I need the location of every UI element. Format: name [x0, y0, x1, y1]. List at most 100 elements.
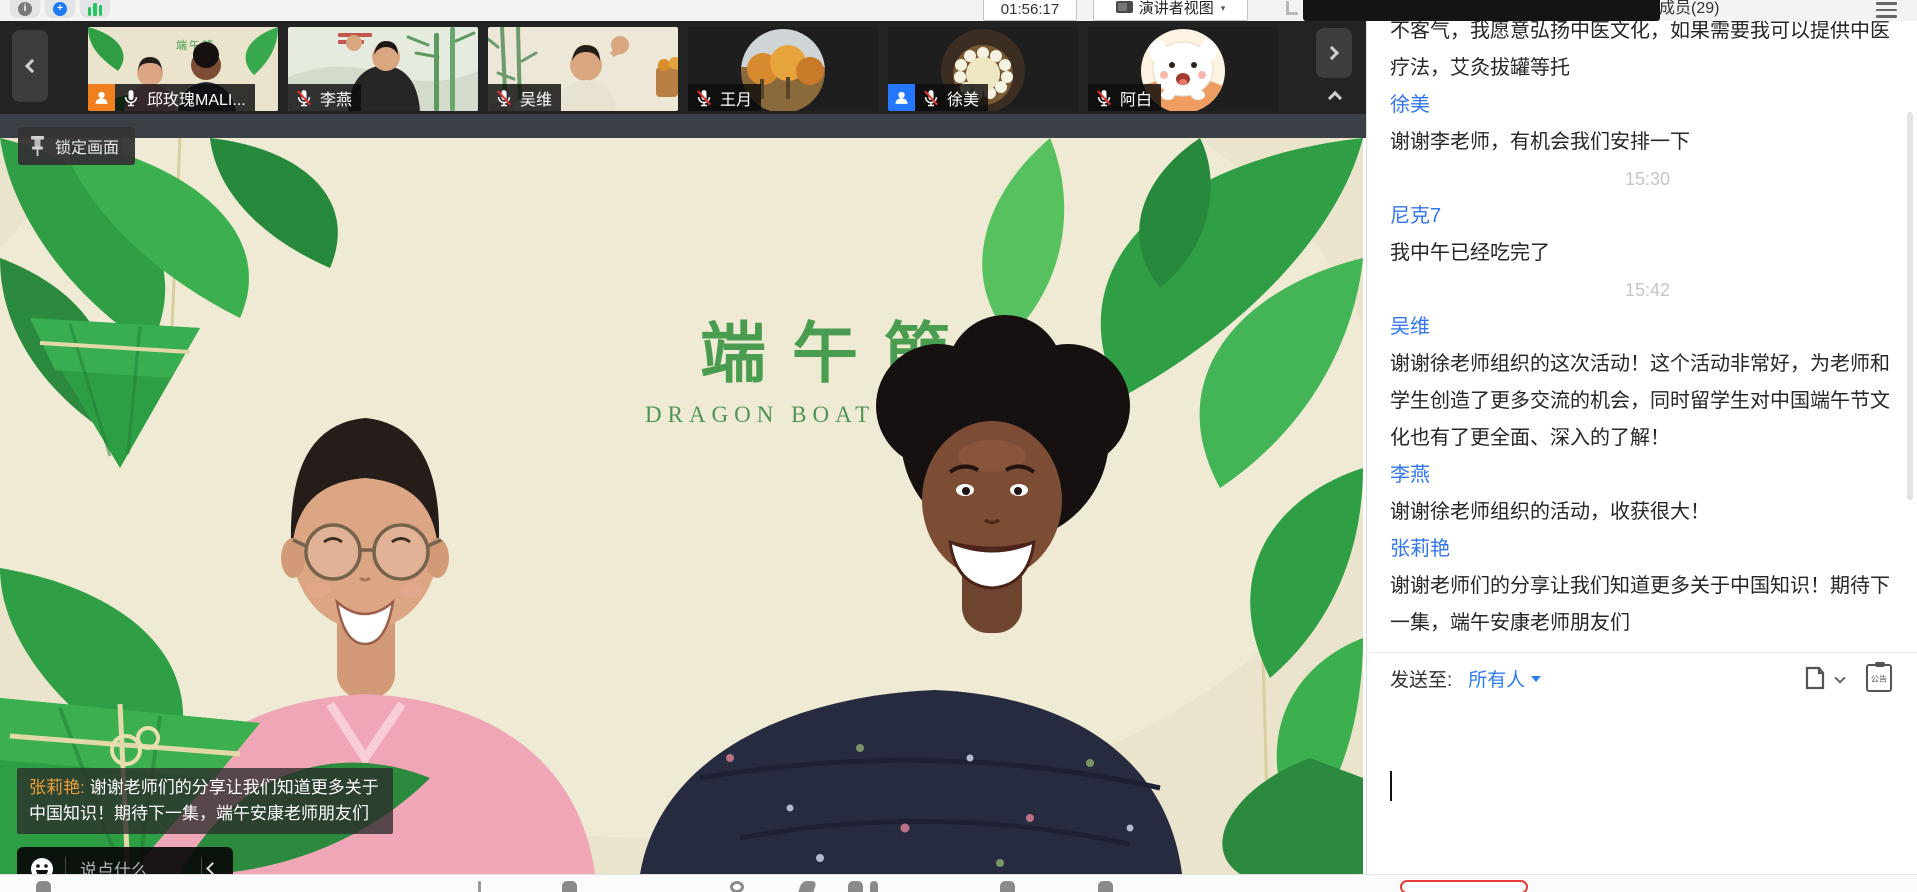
participant-tile[interactable]: 李燕 [288, 27, 478, 111]
participant-name-tag: 邱玫瑰MALI... [88, 84, 255, 111]
chat-sender-name[interactable]: 李燕 [1390, 457, 1905, 494]
chat-message: 徐美谢谢李老师，有机会我们安排一下 [1390, 87, 1905, 161]
screenshot-icon[interactable] [1800, 663, 1830, 693]
meeting-timer: 01:56:17 [983, 0, 1077, 21]
pin-icon [29, 136, 46, 156]
participant-tile[interactable]: 阿白 [1088, 27, 1278, 111]
chevron-left-icon [25, 59, 39, 73]
participant-name: 王月 [720, 86, 752, 110]
participant-tile[interactable]: 端午節 邱玫瑰MALI... [88, 27, 278, 111]
window-top-bar: i + 01:56:17 演讲者视图 ▾ 成员(29) [0, 0, 1917, 21]
chat-message-text: 不客气，我愿意弘扬中医文化，如果需要我可以提供中医疗法，艾灸拔罐等托 [1390, 13, 1905, 87]
avatar-badge-icon [888, 84, 915, 111]
participant-name: 徐美 [947, 86, 979, 110]
chat-timestamp: 15:30 [1390, 161, 1905, 198]
add-icon: + [53, 2, 67, 16]
message-input[interactable] [1367, 753, 1917, 892]
participant-name: 阿白 [1120, 86, 1152, 110]
filmstrip-next-button[interactable] [1316, 28, 1352, 78]
chat-sender-name[interactable]: 张莉艳 [1390, 531, 1905, 568]
video-chat-overlay: 张莉艳:谢谢老师们的分享让我们知道更多关于中国知识！期待下一集，端午安康老师朋友… [17, 768, 393, 834]
main-video: 端午節 DRAGON BOAT FEST [0, 138, 1363, 874]
participant-name-tag: 阿白 [1088, 84, 1161, 111]
chat-panel: 不客气，我愿意弘扬中医文化，如果需要我可以提供中医疗法，艾灸拔罐等托徐美谢谢李老… [1366, 0, 1917, 892]
participant-name: 吴维 [520, 86, 552, 110]
send-to-row: 发送至: 所有人 [1390, 665, 1541, 692]
participant-name-tag: 吴维 [488, 84, 561, 111]
chat-scrollbar[interactable] [1907, 112, 1913, 500]
mic-muted-icon [494, 88, 514, 108]
mic-toolbar-icon[interactable] [36, 881, 51, 892]
speaker-view-icon [1116, 1, 1133, 15]
participant-name-tag: 王月 [688, 84, 761, 111]
announcement-label: 公告 [1871, 672, 1887, 684]
mic-muted-icon [1094, 88, 1114, 108]
participant-name: 邱玫瑰MALI... [147, 86, 246, 110]
send-to-value: 所有人 [1468, 665, 1525, 692]
titlebar-overlay [1303, 0, 1660, 21]
participants-toolbar-icon[interactable] [562, 881, 577, 892]
filmstrip: 端午節 邱玫瑰MALI... [0, 21, 1366, 114]
layout-corner-icon [1286, 1, 1298, 15]
record-toolbar-icon[interactable] [730, 881, 744, 892]
view-mode-button[interactable]: 演讲者视图 ▾ [1093, 0, 1248, 21]
participant-name-tag: 徐美 [888, 84, 988, 111]
quick-chat-placeholder[interactable]: 说点什么... [66, 856, 201, 874]
chat-message-text: 我中午已经吃完了 [1390, 235, 1905, 272]
share-toolbar-icon[interactable] [798, 881, 817, 892]
stats-button[interactable] [80, 0, 110, 18]
apps-toolbar-icon[interactable] [1000, 881, 1015, 892]
chat-message-list: 不客气，我愿意弘扬中医文化，如果需要我可以提供中医疗法，艾灸拔罐等托徐美谢谢李老… [1390, 13, 1905, 642]
chevron-up-icon [1328, 91, 1342, 105]
chat-message: 张莉艳谢谢老师们的分享让我们知道更多关于中国知识！期待下一集，端午安康老师朋友们 [1390, 531, 1905, 642]
filmstrip-prev-button[interactable] [12, 30, 48, 102]
chat-timestamp: 15:42 [1390, 272, 1905, 309]
avatar-badge-icon [88, 84, 115, 111]
emoji-icon[interactable] [29, 856, 55, 875]
chat-toolbar-icon[interactable] [848, 881, 863, 892]
chat-composer: 发送至: 所有人 公告 [1367, 652, 1917, 892]
mic-muted-icon [294, 88, 314, 108]
chat-message-text: 谢谢徐老师组织的这次活动！这个活动非常好，为老师和学生创造了更多交流的机会，同时… [1390, 346, 1905, 457]
announcement-icon[interactable]: 公告 [1866, 664, 1892, 692]
chevron-left-icon[interactable] [206, 862, 219, 874]
send-to-label: 发送至: [1390, 665, 1452, 692]
participant-tile[interactable]: 吴维 [488, 27, 678, 111]
mic-muted-icon [694, 88, 714, 108]
menu-icon[interactable] [1876, 0, 1897, 18]
participant-tile[interactable]: 徐美 [888, 27, 1078, 111]
chat-sender-name[interactable]: 徐美 [1390, 87, 1905, 124]
chat-badge [870, 881, 878, 892]
mic-on-icon [121, 88, 141, 108]
send-to-selector[interactable]: 所有人 [1468, 665, 1541, 692]
chevron-down-icon [1531, 676, 1541, 682]
bottom-toolbar [0, 874, 1917, 892]
chat-sender-name[interactable]: 尼克7 [1390, 198, 1905, 235]
chevron-down-icon[interactable] [1834, 672, 1845, 683]
mic-muted-icon [921, 88, 941, 108]
chat-message: 尼克7我中午已经吃完了 [1390, 198, 1905, 272]
divider [478, 881, 481, 892]
quick-chat-bar[interactable]: 说点什么... [17, 847, 233, 874]
chat-sender-name[interactable]: 吴维 [1390, 309, 1905, 346]
divider [201, 857, 202, 875]
info-icon: i [18, 2, 32, 16]
info-button[interactable]: i [10, 0, 40, 18]
pin-view-button[interactable]: 锁定画面 [18, 127, 135, 165]
meeting-window: i + 01:56:17 演讲者视图 ▾ 成员(29) [0, 0, 1917, 892]
chevron-right-icon [1325, 46, 1339, 60]
chevron-down-icon: ▾ [1221, 3, 1226, 14]
participant-tile[interactable]: 王月 [688, 27, 878, 111]
chat-message-text: 谢谢李老师，有机会我们安排一下 [1390, 124, 1905, 161]
stage-top-strip [0, 114, 1366, 138]
chat-message-text: 谢谢老师们的分享让我们知道更多关于中国知识！期待下一集，端午安康老师朋友们 [1390, 568, 1905, 642]
add-button[interactable]: + [45, 0, 75, 18]
filmstrip-collapse-button[interactable] [1318, 83, 1352, 107]
video-frame: 端午節 DRAGON BOAT FEST [0, 138, 1363, 874]
more-toolbar-icon[interactable] [1098, 881, 1113, 892]
chat-message: 不客气，我愿意弘扬中医文化，如果需要我可以提供中医疗法，艾灸拔罐等托 [1390, 13, 1905, 87]
end-meeting-button[interactable] [1400, 880, 1528, 892]
overlay-sender-name: 张莉艳: [29, 778, 85, 797]
stats-bars-icon [88, 3, 103, 16]
members-tab[interactable]: 成员(29) [1659, 0, 1719, 18]
